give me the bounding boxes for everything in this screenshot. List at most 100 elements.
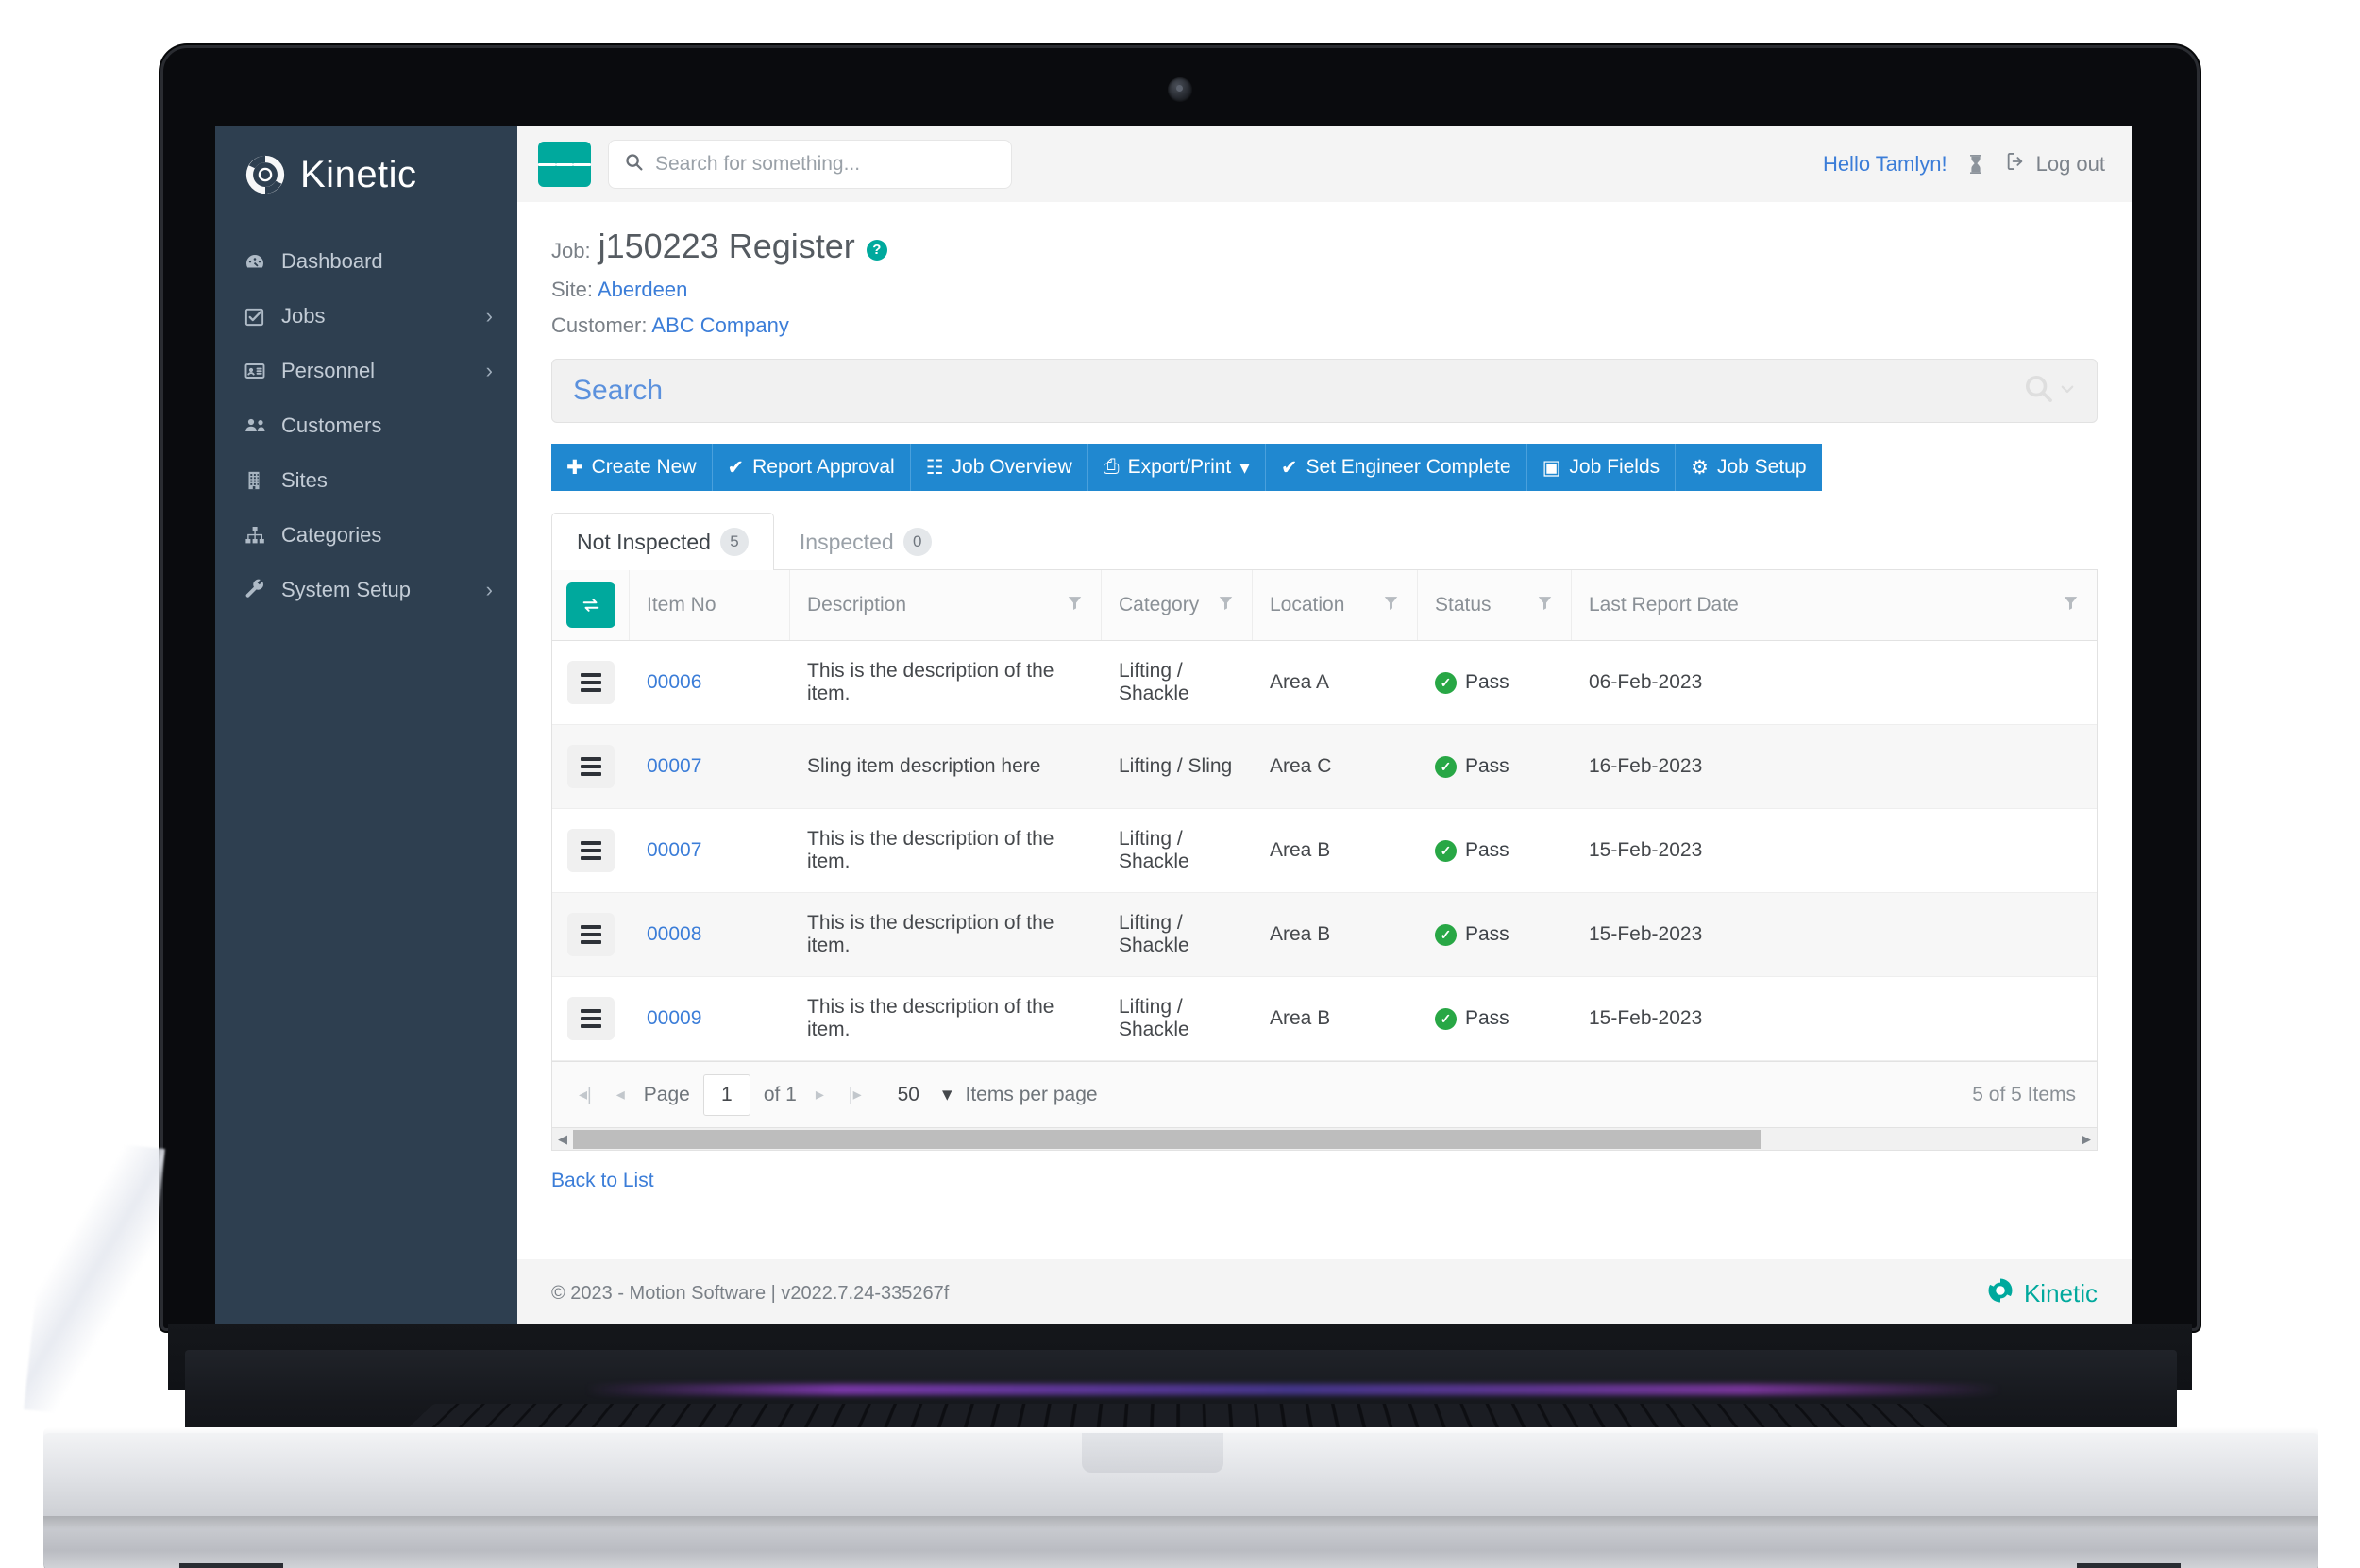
wrench-icon xyxy=(244,579,276,601)
sidebar-item-categories[interactable]: Categories xyxy=(215,508,517,563)
cell-category: Lifting / Shackle xyxy=(1119,912,1189,956)
row-menu-icon[interactable] xyxy=(567,997,615,1040)
scrollbar-track[interactable] xyxy=(573,1129,2076,1149)
record-search-input[interactable] xyxy=(573,375,2023,407)
form-icon: ▣ xyxy=(1542,456,1561,479)
set-engineer-complete-button[interactable]: ✔ Set Engineer Complete xyxy=(1265,444,1527,491)
row-actions-cell xyxy=(552,725,630,808)
sidebar-item-system-setup[interactable]: System Setup › xyxy=(215,563,517,617)
hourglass-icon[interactable] xyxy=(1964,152,1987,177)
table-row[interactable]: 00008 This is the description of the ite… xyxy=(552,893,2097,977)
cell-category: Lifting / Shackle xyxy=(1119,996,1189,1040)
filter-icon[interactable] xyxy=(1382,594,1400,617)
last-page-button[interactable]: |▸ xyxy=(843,1085,868,1104)
site-label: Site: xyxy=(551,278,594,301)
row-menu-icon[interactable] xyxy=(567,829,615,872)
scroll-right-icon[interactable]: ▶ xyxy=(2076,1132,2097,1147)
grid-header-item-no[interactable]: Item No xyxy=(630,570,790,640)
scrollbar-thumb[interactable] xyxy=(573,1129,1761,1149)
export-print-button[interactable]: ⎙ Export/Print ▾ xyxy=(1087,444,1266,491)
first-page-button[interactable]: ◂| xyxy=(573,1085,598,1104)
table-row[interactable]: 00007 Sling item description here Liftin… xyxy=(552,725,2097,809)
sitemap-icon xyxy=(244,524,276,547)
prev-page-button[interactable]: ◂ xyxy=(611,1085,631,1104)
sidebar-item-label: Jobs xyxy=(281,304,326,328)
status-label: Pass xyxy=(1465,839,1509,861)
sidebar-item-sites[interactable]: Sites xyxy=(215,453,517,508)
next-page-button[interactable]: ▸ xyxy=(810,1085,830,1104)
row-menu-icon[interactable] xyxy=(567,913,615,956)
global-search[interactable] xyxy=(608,140,1012,189)
cell-category: Lifting / Shackle xyxy=(1119,660,1189,704)
column-label: Category xyxy=(1119,594,1200,615)
create-new-button[interactable]: ✚ Create New xyxy=(551,444,713,491)
cell-item-no: 00007 xyxy=(630,725,790,808)
sidebar-item-label: Customers xyxy=(281,413,382,437)
grid-header-row: Item No Description Category Location St… xyxy=(552,570,2097,641)
button-label: Job Setup xyxy=(1716,456,1807,478)
cell-last-report-date: 15-Feb-2023 xyxy=(1589,839,1703,861)
scroll-left-icon[interactable]: ◀ xyxy=(552,1132,573,1147)
button-label: Job Fields xyxy=(1569,456,1660,478)
customer-link[interactable]: ABC Company xyxy=(651,313,789,337)
logout-button[interactable]: Log out xyxy=(2004,151,2105,177)
tab-inspected[interactable]: Inspected 0 xyxy=(774,513,957,570)
tab-not-inspected[interactable]: Not Inspected 5 xyxy=(551,513,774,570)
global-search-input[interactable] xyxy=(655,153,996,176)
report-approval-button[interactable]: ✔ Report Approval xyxy=(712,444,911,491)
greeting-link[interactable]: Hello Tamlyn! xyxy=(1823,152,1947,177)
filter-icon[interactable] xyxy=(1536,594,1554,617)
table-row[interactable]: 00009 This is the description of the ite… xyxy=(552,977,2097,1061)
sidebar-toggle-button[interactable] xyxy=(538,142,592,187)
grid-header-description[interactable]: Description xyxy=(790,570,1102,640)
sidebar-item-personnel[interactable]: Personnel › xyxy=(215,344,517,398)
chevron-down-icon[interactable] xyxy=(2059,380,2076,402)
job-setup-button[interactable]: ⚙ Job Setup xyxy=(1676,444,1822,491)
grid-header-last-report-date[interactable]: Last Report Date xyxy=(1572,570,2097,640)
item-link[interactable]: 00007 xyxy=(647,755,701,778)
footer-brand: Kinetic xyxy=(1986,1276,2098,1311)
cell-description: This is the description of the item. xyxy=(807,660,1054,704)
help-icon[interactable]: ? xyxy=(866,239,887,261)
sidebar-item-customers[interactable]: Customers xyxy=(215,398,517,453)
filter-icon[interactable] xyxy=(1066,594,1084,617)
item-link[interactable]: 00008 xyxy=(647,923,701,946)
item-link[interactable]: 00009 xyxy=(647,1007,701,1030)
table-row[interactable]: 00006 This is the description of the ite… xyxy=(552,641,2097,725)
job-value: j150223 Register xyxy=(598,227,855,265)
page-number-input[interactable] xyxy=(702,1073,750,1116)
horizontal-scrollbar[interactable]: ◀ ▶ xyxy=(551,1128,2098,1151)
job-overview-button[interactable]: ☷ Job Overview xyxy=(910,444,1088,491)
check-circle-icon: ✓ xyxy=(1435,1007,1457,1030)
site-link[interactable]: Aberdeen xyxy=(598,278,687,301)
cell-location: Area B xyxy=(1270,923,1331,945)
page-size-select[interactable]: 50 ▾ xyxy=(898,1083,952,1106)
grid-header-location[interactable]: Location xyxy=(1253,570,1418,640)
cell-status: ✓ Pass xyxy=(1418,977,1572,1060)
item-link[interactable]: 00007 xyxy=(647,839,701,862)
swap-arrows-icon[interactable] xyxy=(565,582,615,628)
sidebar-item-label: Categories xyxy=(281,523,382,547)
table-row[interactable]: 00007 This is the description of the ite… xyxy=(552,809,2097,893)
row-menu-icon[interactable] xyxy=(567,661,615,704)
record-search-box[interactable] xyxy=(551,359,2098,423)
grid-header-category[interactable]: Category xyxy=(1102,570,1253,640)
filter-icon[interactable] xyxy=(2062,594,2080,617)
row-menu-icon[interactable] xyxy=(567,745,615,788)
item-link[interactable]: 00006 xyxy=(647,671,701,694)
sidebar-item-jobs[interactable]: Jobs › xyxy=(215,289,517,344)
printer-icon: ⎙ xyxy=(1103,456,1120,478)
back-to-list-link[interactable]: Back to List xyxy=(551,1170,654,1192)
cell-status: ✓ Pass xyxy=(1418,893,1572,976)
job-fields-button[interactable]: ▣ Job Fields xyxy=(1526,444,1677,491)
sidebar-item-dashboard[interactable]: Dashboard xyxy=(215,234,517,289)
filter-icon[interactable] xyxy=(1217,594,1235,617)
cell-description: This is the description of the item. xyxy=(807,996,1054,1040)
sidebar-item-label: Personnel xyxy=(281,359,376,382)
row-actions-cell xyxy=(552,641,630,724)
brand-logo-area[interactable]: Kinetic xyxy=(215,126,517,221)
record-search-controls[interactable] xyxy=(2023,373,2076,410)
status-badge: ✓ Pass xyxy=(1435,1007,1509,1030)
search-icon[interactable] xyxy=(2023,373,2055,410)
grid-header-status[interactable]: Status xyxy=(1418,570,1572,640)
